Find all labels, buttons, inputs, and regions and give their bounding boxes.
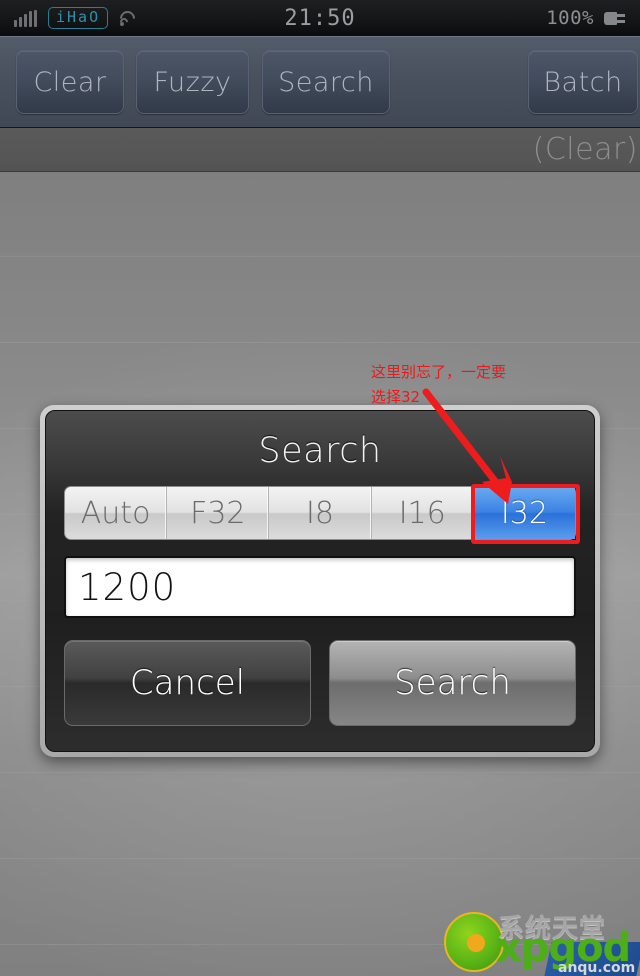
battery-charging-icon bbox=[604, 11, 626, 25]
search-button[interactable]: Search bbox=[262, 50, 390, 114]
battery-percent-label: 100% bbox=[546, 7, 594, 29]
search-dialog: Search Auto F32 I8 I16 I32 1200 Cancel S… bbox=[40, 405, 600, 757]
dialog-title: Search bbox=[258, 431, 382, 471]
status-bar: iHaO 21:50 100% bbox=[0, 0, 640, 36]
segment-i16[interactable]: I16 bbox=[372, 487, 474, 539]
dialog-cancel-button[interactable]: Cancel bbox=[64, 640, 311, 726]
rss-icon bbox=[117, 7, 139, 30]
search-value-input[interactable]: 1200 bbox=[64, 556, 576, 618]
list-divider bbox=[0, 256, 640, 257]
top-toolbar: Clear Fuzzy Search Batch bbox=[0, 36, 640, 128]
dialog-action-row: Cancel Search bbox=[64, 640, 576, 726]
phone-screen: iHaO 21:50 100% Clear Fuzzy Search Batch… bbox=[0, 0, 640, 976]
segment-auto[interactable]: Auto bbox=[65, 487, 168, 539]
batch-button[interactable]: Batch bbox=[528, 50, 638, 114]
clear-button[interactable]: Clear bbox=[16, 50, 124, 114]
segment-i32[interactable]: I32 bbox=[473, 487, 576, 539]
segment-f32[interactable]: F32 bbox=[167, 487, 270, 539]
fuzzy-button[interactable]: Fuzzy bbox=[136, 50, 249, 114]
signal-bars-icon bbox=[14, 9, 37, 27]
dialog-search-button[interactable]: Search bbox=[329, 640, 576, 726]
annotation-text: 这里别忘了，一定要 选择32 bbox=[371, 363, 507, 406]
list-divider bbox=[0, 772, 640, 773]
carrier-label: iHaO bbox=[48, 7, 109, 29]
status-bar-left: iHaO bbox=[14, 7, 139, 30]
segment-i8[interactable]: I8 bbox=[269, 487, 372, 539]
list-divider bbox=[0, 342, 640, 343]
list-divider bbox=[0, 858, 640, 859]
list-divider bbox=[0, 944, 640, 945]
sub-header-clear-label[interactable]: (Clear) bbox=[533, 132, 638, 167]
search-dialog-body: Search Auto F32 I8 I16 I32 1200 Cancel S… bbox=[45, 410, 595, 752]
status-bar-right: 100% bbox=[546, 0, 626, 36]
sub-header-bar: (Clear) bbox=[0, 128, 640, 172]
status-clock: 21:50 bbox=[284, 5, 356, 31]
value-type-segmented-control[interactable]: Auto F32 I8 I16 I32 bbox=[64, 484, 581, 544]
search-value-text: 1200 bbox=[78, 565, 177, 609]
